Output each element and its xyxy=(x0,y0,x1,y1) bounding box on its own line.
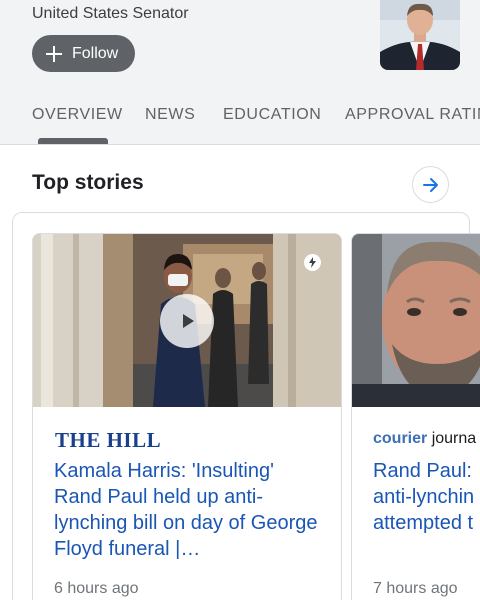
play-icon xyxy=(183,314,194,328)
tab-overview[interactable]: OVERVIEW xyxy=(32,106,123,124)
story-thumbnail xyxy=(352,234,480,407)
entity-portrait[interactable] xyxy=(380,0,460,70)
plus-icon xyxy=(46,45,62,62)
publisher-logo-part2: journa xyxy=(431,430,477,447)
play-button[interactable] xyxy=(160,294,214,348)
follow-label: Follow xyxy=(72,44,119,62)
entity-subtitle: United States Senator xyxy=(32,5,189,22)
amp-badge xyxy=(304,254,321,271)
story-card[interactable]: THE HILL Kamala Harris: 'Insulting' Rand… xyxy=(32,233,342,600)
section-title: Top stories xyxy=(32,171,144,194)
publisher-logo: THE HILL xyxy=(55,428,162,452)
tab-education[interactable]: EDUCATION xyxy=(223,106,321,124)
story-thumbnail xyxy=(33,234,341,407)
story-headline[interactable]: Rand Paul: anti-lynchin attempted t xyxy=(373,458,480,536)
story-headline[interactable]: Kamala Harris: 'Insulting' Rand Paul hel… xyxy=(54,458,324,562)
active-tab-indicator xyxy=(38,138,108,144)
tab-news[interactable]: NEWS xyxy=(145,106,195,124)
publisher-logo: courier journa xyxy=(373,430,476,448)
story-timestamp: 6 hours ago xyxy=(54,580,139,597)
publisher-logo-part1: courier xyxy=(373,430,428,447)
lightning-icon xyxy=(309,257,316,268)
more-stories-button[interactable] xyxy=(412,166,449,203)
story-timestamp: 7 hours ago xyxy=(373,580,458,597)
story-card[interactable]: courier journa Rand Paul: anti-lynchin a… xyxy=(351,233,480,600)
arrow-right-icon xyxy=(422,177,438,192)
tab-approval-rating[interactable]: APPROVAL RATIN xyxy=(345,106,480,124)
follow-button[interactable]: Follow xyxy=(32,35,135,72)
